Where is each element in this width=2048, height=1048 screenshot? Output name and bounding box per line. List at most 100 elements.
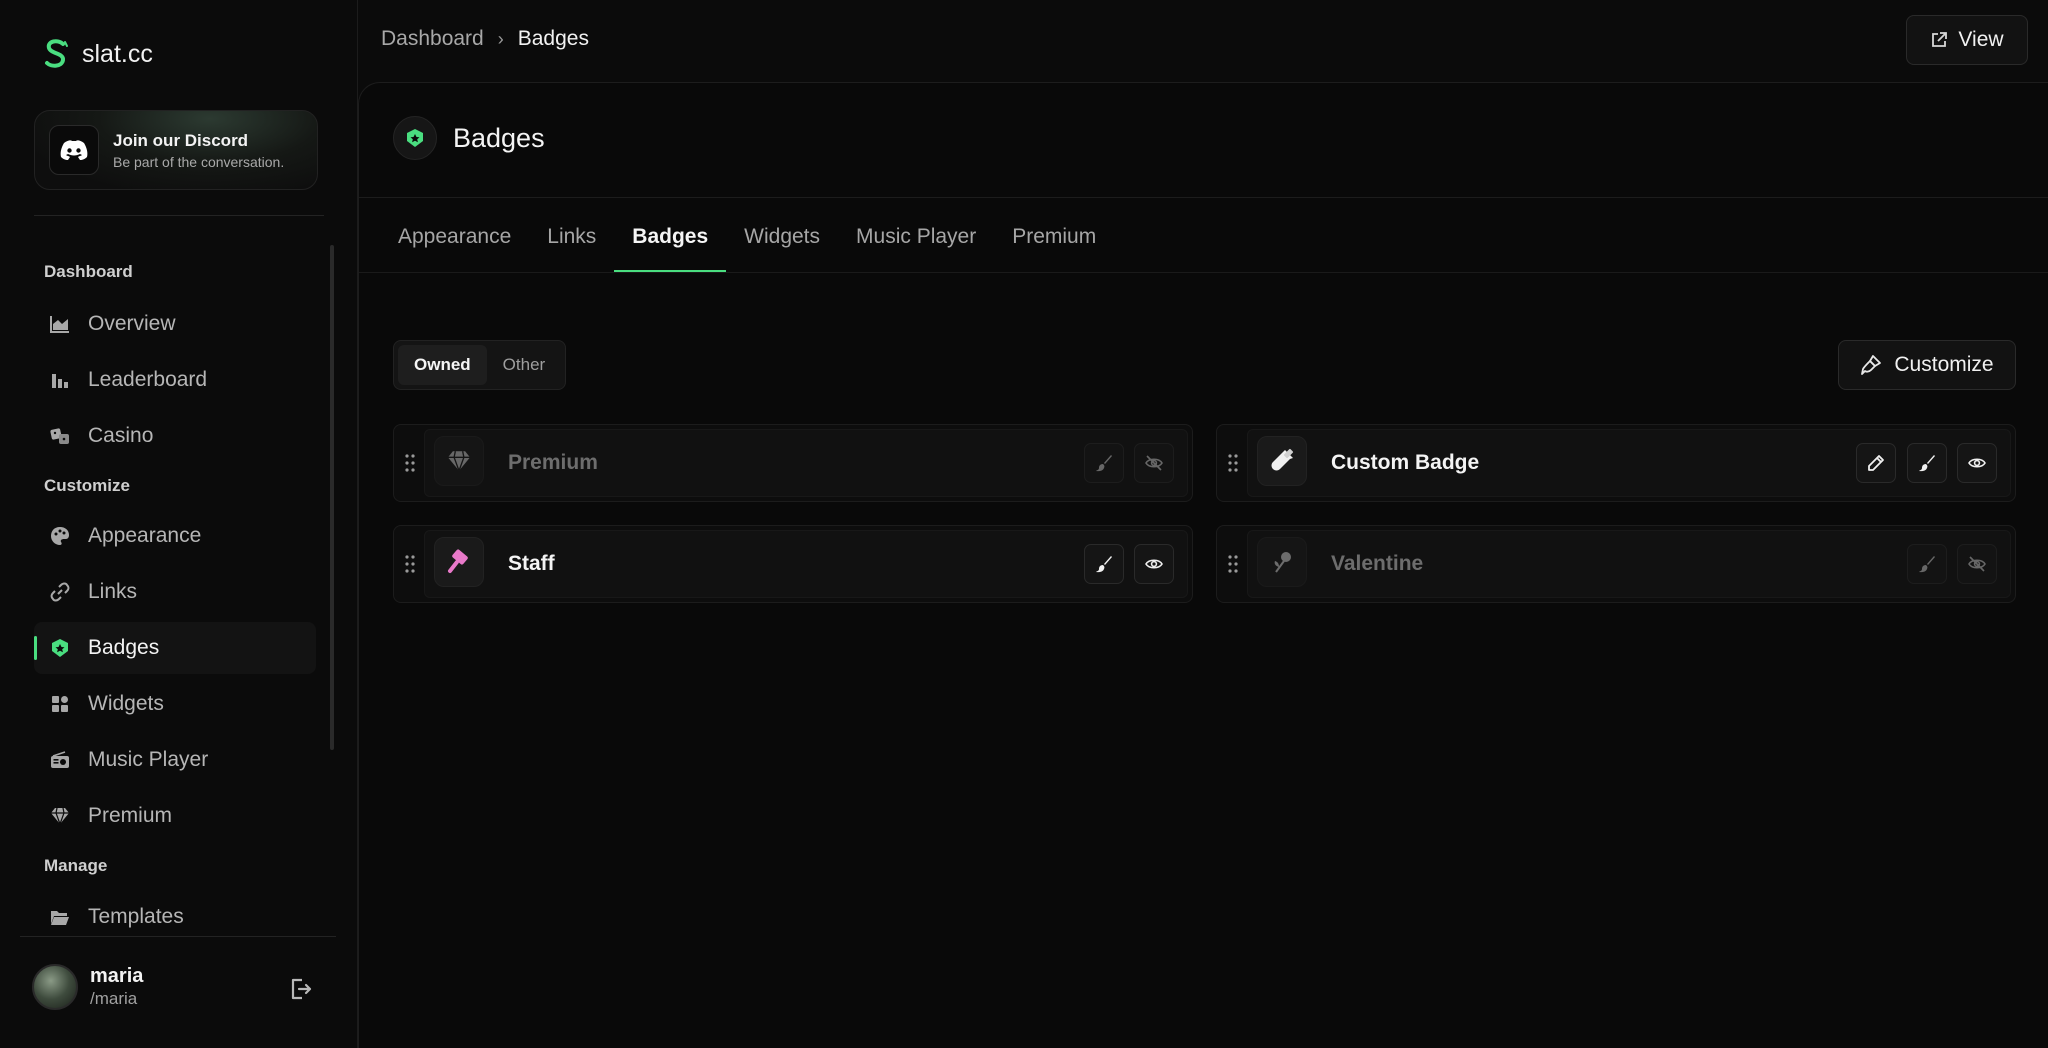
sidebar-item-casino[interactable]: Casino (34, 410, 316, 462)
badge-visibility-toggle[interactable] (1957, 544, 1997, 584)
discord-icon (49, 125, 99, 175)
drag-handle-icon[interactable] (1227, 554, 1239, 574)
badge-visibility-toggle[interactable] (1134, 544, 1174, 584)
customize-label: Customize (1894, 353, 1994, 376)
gem-icon (434, 436, 484, 486)
owned-other-toggle: Owned Other (393, 340, 567, 390)
badge-card-premium: Premium (393, 424, 1193, 502)
bottle-icon (1257, 436, 1307, 486)
sidebar-item-links[interactable]: Links (34, 566, 316, 618)
app-logo[interactable]: slat.cc (42, 38, 153, 70)
sidebar-item-badges[interactable]: Badges (34, 622, 316, 674)
sidebar-item-label: Overview (88, 312, 176, 335)
shield-icon (393, 116, 437, 160)
badge-name: Custom Badge (1331, 451, 1480, 474)
breadcrumb-current: Badges (517, 27, 589, 50)
discord-subtitle: Be part of the conversation. (113, 153, 285, 170)
sidebar-scrollbar[interactable] (330, 245, 334, 750)
badge-name: Premium (508, 451, 598, 474)
sidebar-item-widgets[interactable]: Widgets (34, 678, 316, 730)
bar-chart-icon (50, 370, 70, 390)
chevron-right-icon: › (497, 28, 504, 49)
eye-icon (1145, 559, 1163, 569)
badge-card-staff: Staff (393, 525, 1193, 603)
filter-other[interactable]: Other (487, 345, 562, 385)
badge-visibility-toggle[interactable] (1134, 443, 1174, 483)
user-profile[interactable]: maria /maria (32, 964, 143, 1010)
breadcrumb-dashboard[interactable]: Dashboard (381, 27, 484, 51)
sidebar-item-leaderboard[interactable]: Leaderboard (34, 354, 316, 406)
tab-music-player[interactable]: Music Player (838, 198, 994, 272)
sidebar-item-label: Leaderboard (88, 368, 208, 391)
page-header: Badges (393, 116, 545, 160)
eye-off-icon (1145, 455, 1163, 471)
drag-handle-icon[interactable] (1227, 453, 1239, 473)
eye-icon (1968, 458, 1986, 468)
tab-appearance[interactable]: Appearance (380, 198, 529, 272)
sidebar-item-premium[interactable]: Premium (34, 790, 316, 842)
avatar (32, 964, 78, 1010)
dice-icon (50, 426, 70, 446)
sidebar-item-overview[interactable]: Overview (34, 298, 316, 350)
tab-widgets[interactable]: Widgets (726, 198, 838, 272)
drag-handle-icon[interactable] (404, 453, 416, 473)
paintbrush-icon (1919, 556, 1935, 573)
section-dashboard: Dashboard (44, 262, 133, 281)
sidebar-item-label: Casino (88, 424, 154, 447)
badge-name: Staff (508, 552, 555, 575)
paintbrush-icon (1919, 455, 1935, 472)
drag-handle-icon[interactable] (404, 554, 416, 574)
sidebar-item-label: Widgets (88, 692, 164, 715)
badge-color-button[interactable] (1084, 544, 1124, 584)
sidebar-item-label: Links (88, 580, 138, 603)
sidebar-item-label: Badges (88, 636, 160, 659)
palette-icon (50, 526, 70, 546)
badge-color-button[interactable] (1907, 443, 1947, 483)
link-icon (50, 582, 70, 602)
widgets-icon (50, 694, 70, 714)
logo-icon (45, 39, 68, 68)
tab-links[interactable]: Links (529, 198, 614, 272)
badge-edit-button[interactable] (1856, 443, 1896, 483)
paintbrush-icon (1096, 556, 1112, 573)
badge-visibility-toggle[interactable] (1957, 443, 1997, 483)
tab-bar: Appearance Links Badges Widgets Music Pl… (380, 198, 1114, 272)
rose-icon (1257, 537, 1307, 587)
filter-owned[interactable]: Owned (398, 345, 487, 385)
sidebar: slat.cc Join our Discord Be part of the … (0, 0, 358, 1048)
eye-off-icon (1968, 556, 1986, 572)
gem-icon (50, 806, 70, 826)
hammer-icon (434, 537, 484, 587)
badge-name: Valentine (1331, 552, 1424, 575)
badge-color-button[interactable] (1084, 443, 1124, 483)
page-title: Badges (453, 122, 545, 153)
sidebar-item-label: Music Player (88, 748, 209, 771)
brush-icon (1861, 355, 1882, 375)
pencil-icon (1868, 455, 1884, 471)
radio-icon (50, 750, 70, 770)
sidebar-divider (34, 215, 324, 216)
section-customize: Customize (44, 476, 130, 495)
customize-button[interactable]: Customize (1838, 340, 2016, 390)
discord-title: Join our Discord (113, 130, 249, 150)
sidebar-item-appearance[interactable]: Appearance (34, 510, 316, 562)
sidebar-footer-divider (20, 936, 336, 937)
logout-icon[interactable] (288, 976, 314, 1002)
badge-card-custom-badge: Custom Badge (1216, 424, 2016, 502)
badge-color-button[interactable] (1907, 544, 1947, 584)
tab-premium[interactable]: Premium (994, 198, 1114, 272)
badge-card-valentine: Valentine (1216, 525, 2016, 603)
paintbrush-icon (1096, 455, 1112, 472)
tab-badges[interactable]: Badges (614, 198, 727, 272)
discord-banner[interactable]: Join our Discord Be part of the conversa… (34, 110, 318, 190)
section-manage: Manage (44, 856, 108, 875)
sidebar-item-label: Appearance (88, 524, 202, 547)
sidebar-item-label: Premium (88, 804, 173, 827)
app-name: slat.cc (82, 39, 153, 68)
shield-icon (50, 638, 70, 658)
external-link-icon (1932, 32, 1948, 47)
sidebar-item-music-player[interactable]: Music Player (34, 734, 316, 786)
view-button[interactable]: View (1906, 15, 2028, 65)
chart-area-icon (50, 314, 70, 334)
sidebar-item-label: Templates (88, 905, 184, 928)
